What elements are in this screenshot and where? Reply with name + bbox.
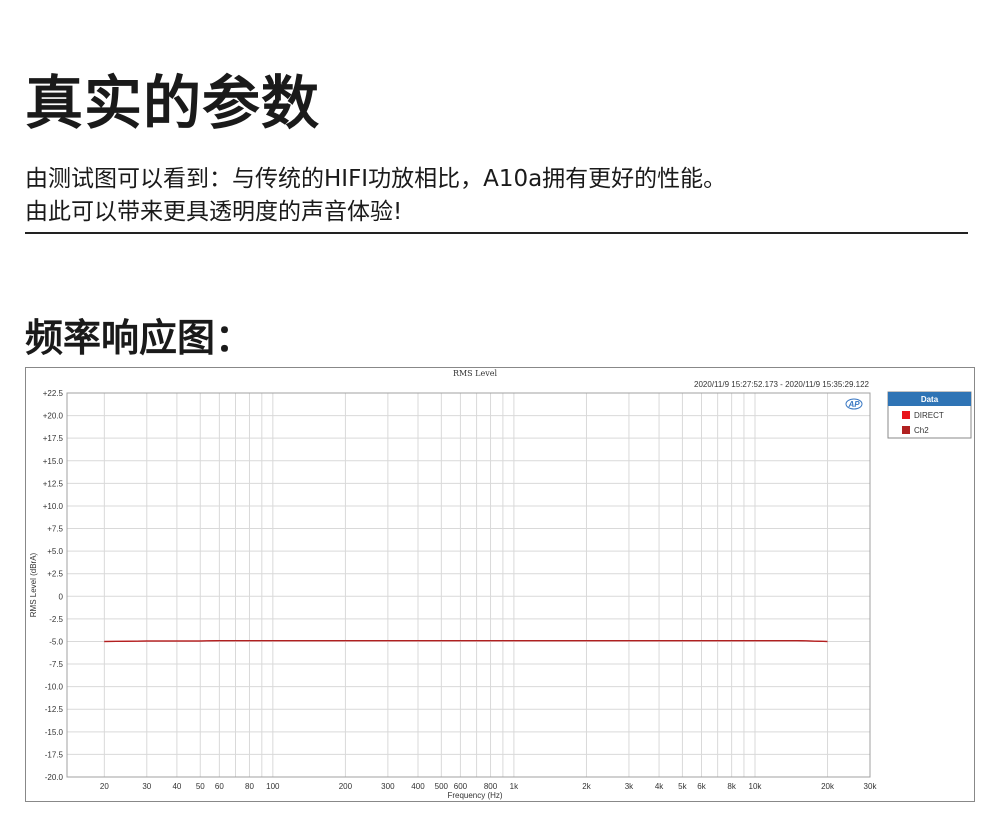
x-tick-label: 4k	[655, 782, 664, 791]
x-axis-label: Frequency (Hz)	[447, 791, 502, 800]
ap-logo-text: AP	[847, 400, 860, 409]
legend-swatch	[902, 411, 910, 419]
frequency-response-chart: +22.5 +20.0 +17.5 +15.0 +12.5 +10.0 +7.5 +5.0 +2…	[25, 367, 975, 802]
x-tick-label: 6k	[697, 782, 706, 791]
description: 由测试图可以看到：与传统的HIFI功放相比，A10a拥有更好的性能。 由此可以带…	[25, 163, 965, 229]
y-tick-label: +12.5	[43, 479, 64, 488]
x-tick-label: 100	[266, 782, 280, 791]
chart-svg: +22.5 +20.0 +17.5 +15.0 +12.5 +10.0 +7.5 +5.0 +2…	[29, 369, 972, 800]
legend-swatch	[902, 426, 910, 434]
y-tick-label: +10.0	[43, 502, 64, 511]
y-tick-label: +20.0	[43, 412, 64, 421]
x-tick-label: 500	[435, 782, 449, 791]
y-tick-label: -10.0	[45, 683, 64, 692]
x-tick-label: 30	[142, 782, 151, 791]
x-tick-label: 200	[339, 782, 353, 791]
plot-area	[67, 393, 870, 777]
description-line-1: 由测试图可以看到：与传统的HIFI功放相比，A10a拥有更好的性能。	[25, 166, 727, 192]
x-tick-label: 2k	[582, 782, 591, 791]
y-tick-label: -20.0	[45, 773, 64, 782]
y-tick-label: +17.5	[43, 434, 64, 443]
x-tick-label: 30k	[864, 782, 878, 791]
chart-title: RMS Level	[453, 369, 498, 378]
divider	[25, 232, 968, 234]
x-tick-label: 50	[196, 782, 205, 791]
x-tick-label: 800	[484, 782, 498, 791]
x-tick-label: 20	[100, 782, 109, 791]
y-tick-label: +22.5	[43, 389, 64, 398]
y-tick-label: -2.5	[49, 615, 63, 624]
x-tick-label: 600	[454, 782, 468, 791]
x-tick-label: 3k	[625, 782, 634, 791]
description-line-2: 由此可以带来更具透明度的声音体验!	[25, 199, 403, 225]
x-tick-label: 40	[172, 782, 181, 791]
y-tick-label: 0	[59, 592, 64, 601]
y-tick-label: +2.5	[47, 570, 63, 579]
x-tick-label: 1k	[510, 782, 519, 791]
x-tick-label: 5k	[678, 782, 687, 791]
legend-label: Ch2	[914, 426, 929, 435]
x-tick-label: 8k	[727, 782, 736, 791]
y-tick-label: -12.5	[45, 705, 64, 714]
y-tick-label: -5.0	[49, 637, 63, 646]
x-tick-label: 10k	[749, 782, 763, 791]
x-tick-label: 60	[215, 782, 224, 791]
y-tick-label: +7.5	[47, 525, 63, 534]
legend-label: DIRECT	[914, 411, 944, 420]
x-tick-label: 400	[411, 782, 425, 791]
page-title: 真实的参数	[25, 69, 321, 137]
y-tick-label: -7.5	[49, 660, 63, 669]
y-tick-label: -15.0	[45, 728, 64, 737]
y-axis-label: RMS Level (dBrA)	[29, 552, 38, 617]
y-tick-label: -17.5	[45, 750, 64, 759]
x-tick-label: 300	[381, 782, 395, 791]
y-tick-label: +5.0	[47, 547, 63, 556]
legend-title: Data	[921, 395, 939, 404]
x-tick-label: 80	[245, 782, 254, 791]
chart-timestamp: 2020/11/9 15:27:52.173 - 2020/11/9 15:35…	[694, 380, 870, 389]
x-tick-label: 20k	[821, 782, 835, 791]
section-title: 频率响应图：	[25, 316, 254, 360]
y-tick-label: +15.0	[43, 457, 64, 466]
